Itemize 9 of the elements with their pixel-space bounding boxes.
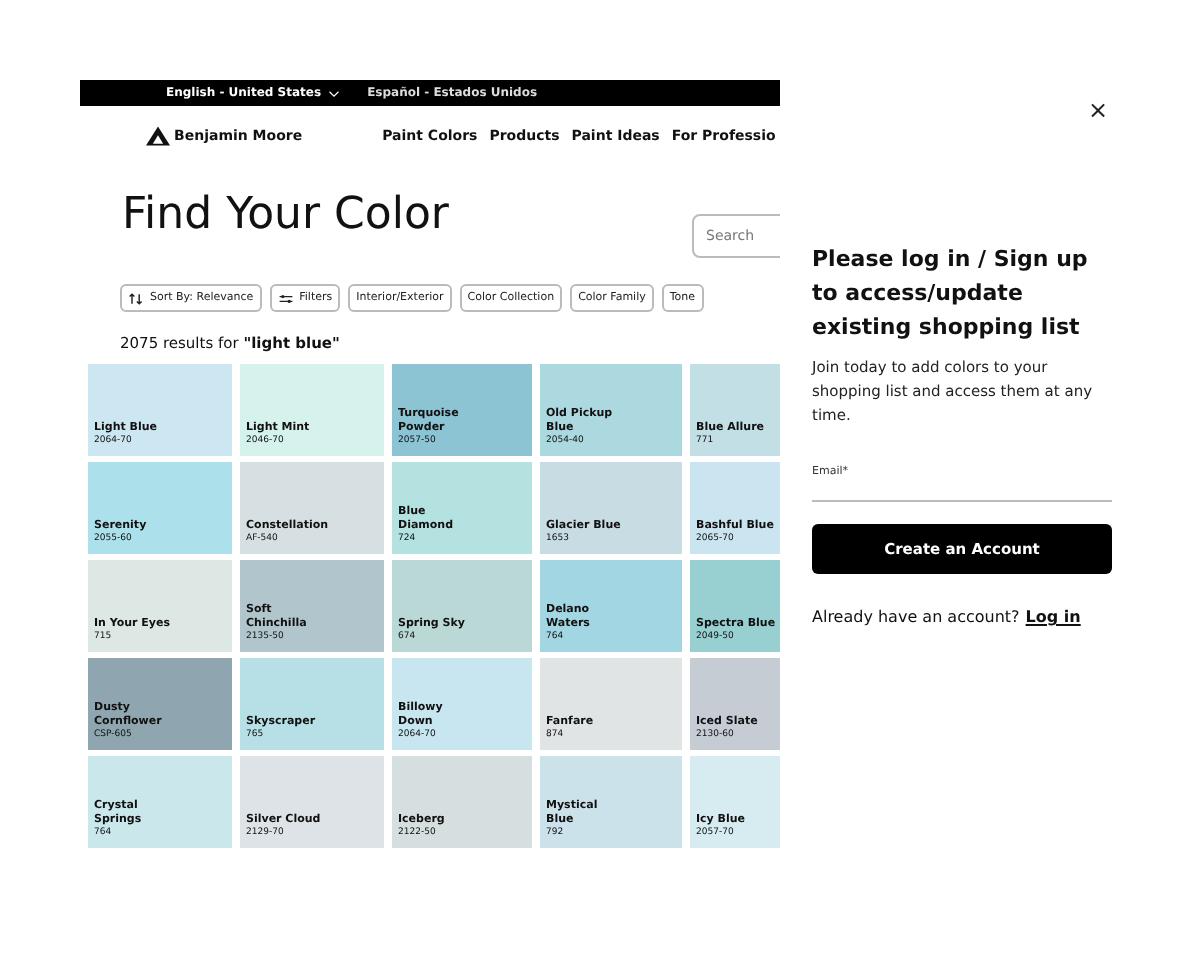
sliders-icon: [277, 291, 294, 305]
login-prompt: Already have an account?: [812, 608, 1020, 626]
sort-icon: [128, 291, 144, 305]
login-link[interactable]: Log in: [1025, 608, 1081, 626]
chevron-icon: [327, 89, 340, 97]
close-button[interactable]: ×: [1088, 96, 1109, 124]
panel-heading: Please log in / Sign up to access/update existing shopping list: [812, 244, 1090, 344]
page-title: Find Your Color: [122, 189, 451, 243]
logo-icon: [146, 126, 170, 146]
